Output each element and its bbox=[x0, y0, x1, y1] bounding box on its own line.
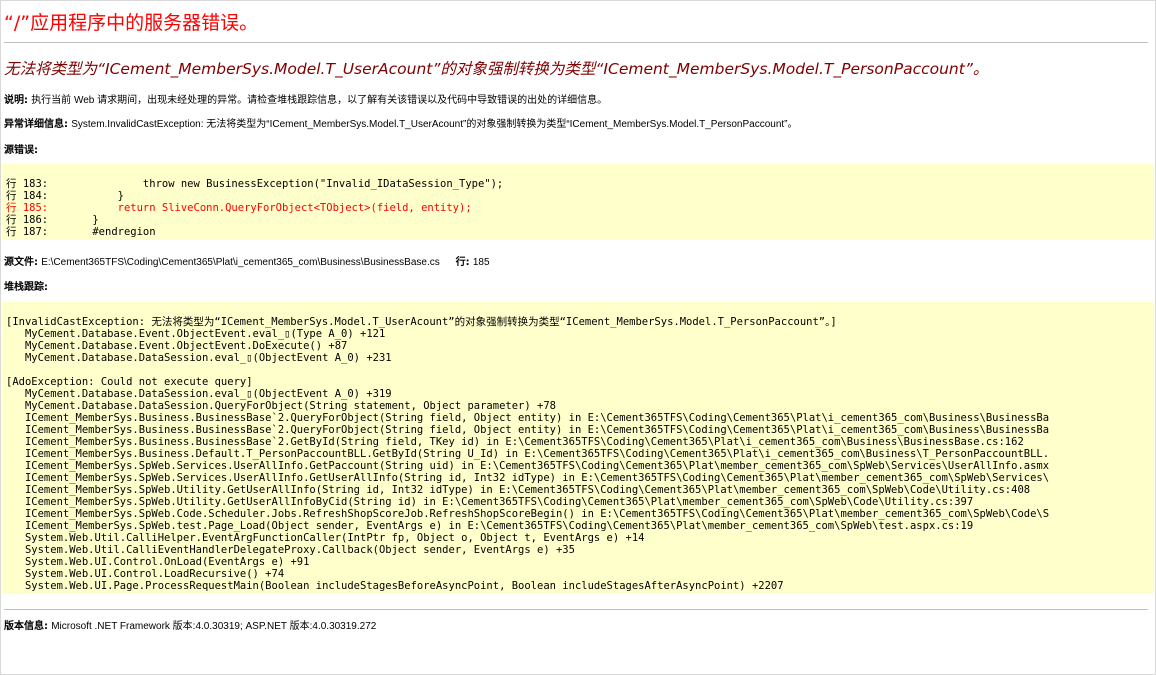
stack-line: MyCement.Database.DataSession.eval_▯(Obj… bbox=[6, 388, 392, 400]
source-error-label: 源错误: bbox=[4, 145, 38, 156]
stack-trace-label: 堆栈跟踪: bbox=[4, 282, 48, 293]
stack-line: System.Web.UI.Control.OnLoad(EventArgs e… bbox=[6, 556, 310, 568]
stack-trace-block[interactable]: [InvalidCastException: 无法将类型为“ICement_Me… bbox=[2, 302, 1154, 594]
description-row: 说明: 执行当前 Web 请求期间，出现未经处理的异常。请检查堆栈跟踪信息，以了… bbox=[4, 91, 607, 106]
source-line-label: 行: bbox=[455, 257, 470, 268]
version-text: Microsoft .NET Framework 版本:4.0.30319; A… bbox=[51, 621, 377, 632]
source-line: 行 187: #endregion bbox=[6, 226, 156, 238]
stack-line: ICement_MemberSys.SpWeb.Services.UserAll… bbox=[6, 472, 1050, 484]
title-divider bbox=[4, 42, 1148, 43]
footer-divider bbox=[4, 609, 1148, 610]
version-label: 版本信息: bbox=[4, 621, 48, 632]
stack-line: System.Web.Util.CalliHelper.EventArgFunc… bbox=[6, 532, 645, 544]
stack-line: ICement_MemberSys.Business.BusinessBase`… bbox=[6, 412, 1050, 424]
source-file-label: 源文件: bbox=[4, 257, 38, 268]
stack-line: ICement_MemberSys.SpWeb.Utility.GetUserA… bbox=[6, 496, 974, 508]
stack-line: MyCement.Database.Event.ObjectEvent.eval… bbox=[6, 328, 386, 340]
stack-line: ICement_MemberSys.SpWeb.Utility.GetUserA… bbox=[6, 484, 1031, 496]
stack-line: System.Web.Util.CalliEventHandlerDelegat… bbox=[6, 544, 575, 556]
stack-line: ICement_MemberSys.Business.BusinessBase`… bbox=[6, 424, 1050, 436]
source-file-row: 源文件: E:\Cement365TFS\Coding\Cement365\Pl… bbox=[4, 253, 490, 268]
source-file-path: E:\Cement365TFS\Coding\Cement365\Plat\i_… bbox=[41, 257, 440, 268]
source-line-number: 185 bbox=[472, 257, 490, 268]
stack-line: MyCement.Database.DataSession.eval_▯(Obj… bbox=[6, 352, 392, 364]
page-title: “/”应用程序中的服务器错误。 bbox=[4, 12, 259, 34]
exception-row: 异常详细信息: System.InvalidCastException: 无法将… bbox=[4, 115, 798, 130]
stack-line: [InvalidCastException: 无法将类型为“ICement_Me… bbox=[6, 316, 837, 328]
stack-trace-row: 堆栈跟踪: bbox=[4, 278, 48, 293]
source-line: 行 183: throw new BusinessException("Inva… bbox=[6, 178, 504, 190]
stack-line: System.Web.UI.Control.LoadRecursive() +7… bbox=[6, 568, 285, 580]
stack-line: ICement_MemberSys.SpWeb.test.Page_Load(O… bbox=[6, 520, 974, 532]
error-message: 无法将类型为“ICement_MemberSys.Model.T_UserAco… bbox=[4, 60, 989, 78]
stack-line: MyCement.Database.DataSession.QueryForOb… bbox=[6, 400, 556, 412]
stack-line: ICement_MemberSys.SpWeb.Code.Scheduler.J… bbox=[6, 508, 1050, 520]
source-line: 行 186: } bbox=[6, 214, 99, 226]
description-text: 执行当前 Web 请求期间，出现未经处理的异常。请检查堆栈跟踪信息，以了解有关该… bbox=[31, 95, 608, 106]
version-row: 版本信息: Microsoft .NET Framework 版本:4.0.30… bbox=[4, 617, 376, 632]
stack-line: ICement_MemberSys.Business.BusinessBase`… bbox=[6, 436, 1024, 448]
source-error-row: 源错误: bbox=[4, 141, 38, 156]
source-line-highlighted: 行 185: return SliveConn.QueryForObject<T… bbox=[6, 202, 472, 214]
stack-line: ICement_MemberSys.SpWeb.Services.UserAll… bbox=[6, 460, 1050, 472]
stack-line: ICement_MemberSys.Business.Default.T_Per… bbox=[6, 448, 1050, 460]
exception-label: 异常详细信息: bbox=[4, 119, 68, 130]
description-label: 说明: bbox=[4, 95, 28, 106]
stack-line: [AdoException: Could not execute query] bbox=[6, 376, 253, 388]
stack-line: MyCement.Database.Event.ObjectEvent.DoEx… bbox=[6, 340, 348, 352]
source-code-block[interactable]: 行 183: throw new BusinessException("Inva… bbox=[2, 164, 1154, 240]
source-line: 行 184: } bbox=[6, 190, 124, 202]
stack-line: System.Web.UI.Page.ProcessRequestMain(Bo… bbox=[6, 580, 784, 592]
exception-text: System.InvalidCastException: 无法将类型为“ICem… bbox=[71, 119, 798, 130]
